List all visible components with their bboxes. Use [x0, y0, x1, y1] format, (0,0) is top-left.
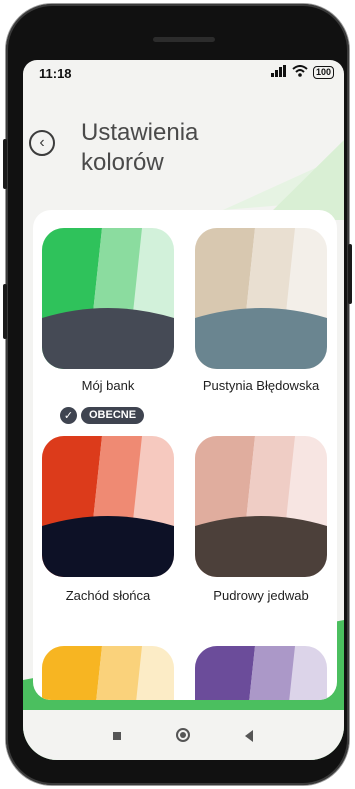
status-bar: 11:18 100 [23, 60, 344, 86]
theme-tile-pustynia-bledowska[interactable] [195, 228, 327, 369]
signal-icon [269, 65, 287, 80]
volume-button [3, 139, 7, 189]
battery-icon: 100 [312, 66, 334, 79]
status-icons: 100 [269, 65, 334, 80]
back-arrow-icon: ‹ [39, 134, 45, 151]
theme-list-card: Mój bank ✓ OBECNE Pustynia Błędowska Zac… [33, 210, 337, 700]
side-button-right [348, 244, 352, 304]
square-icon[interactable] [113, 732, 121, 740]
theme-tile-zachod-slonca[interactable] [42, 436, 174, 577]
circle-icon[interactable] [176, 728, 190, 742]
theme-tile-5[interactable] [42, 646, 174, 700]
home-dot [180, 732, 186, 738]
android-nav-bar [23, 710, 344, 760]
current-badge-label: OBECNE [81, 406, 145, 424]
page-title-line1: Ustawienia [81, 119, 199, 146]
theme-label-zachod-slonca: Zachód słońca [65, 588, 151, 603]
theme-tile-moj-bank[interactable] [42, 228, 174, 369]
current-theme-badge: ✓ OBECNE [60, 406, 145, 424]
app-screen: 11:18 100 ‹ Ustawienia kolorów Mój bank … [23, 60, 344, 760]
phone-frame: 11:18 100 ‹ Ustawienia kolorów Mój bank … [3, 4, 352, 785]
theme-label-pudrowy-jedwab: Pudrowy jedwab [213, 588, 309, 603]
check-icon: ✓ [60, 406, 77, 424]
page-title: Ustawienia kolorów [81, 118, 281, 178]
theme-label-moj-bank: Mój bank [81, 378, 135, 393]
speaker-grill [153, 37, 215, 42]
wifi-icon [292, 65, 308, 80]
power-button [3, 284, 7, 339]
back-button[interactable]: ‹ [29, 130, 55, 156]
theme-tile-6[interactable] [195, 646, 327, 700]
page-title-line2: kolorów [81, 149, 164, 176]
status-time: 11:18 [39, 66, 72, 81]
theme-label-pustynia-bledowska: Pustynia Błędowska [202, 378, 320, 393]
theme-tile-pudrowy-jedwab[interactable] [195, 436, 327, 577]
triangle-icon[interactable] [245, 730, 253, 742]
